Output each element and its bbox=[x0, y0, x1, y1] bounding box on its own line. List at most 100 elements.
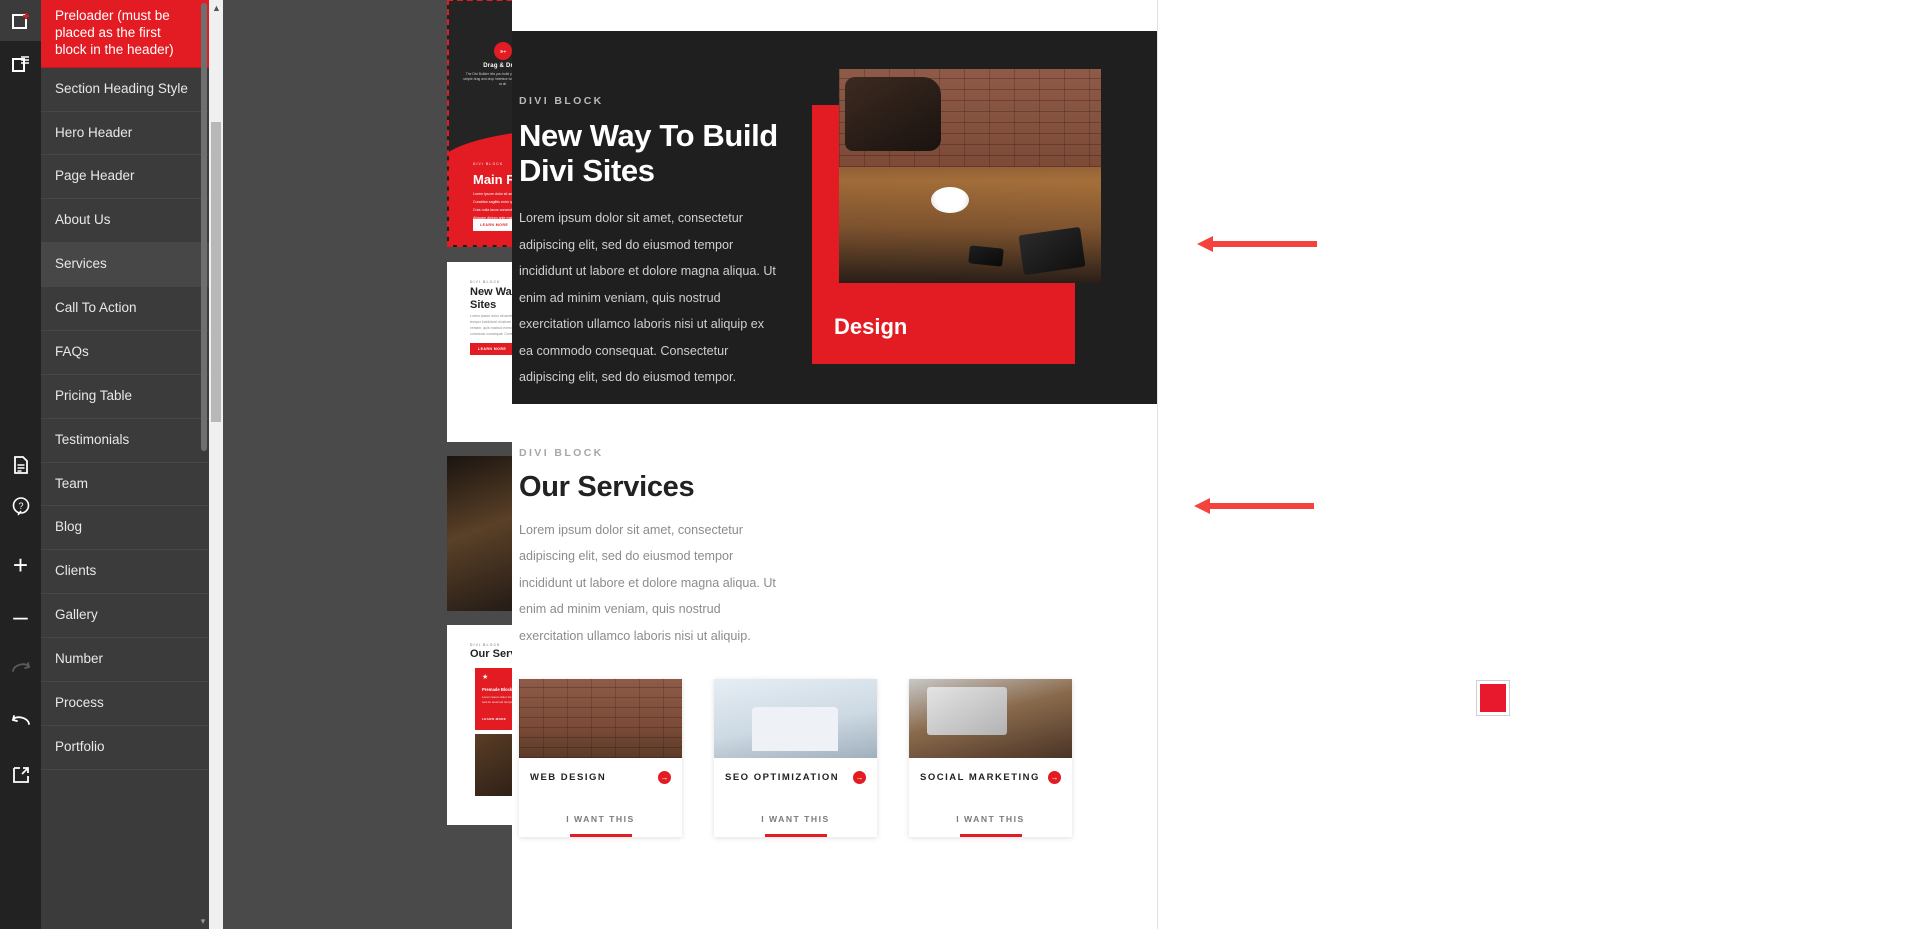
service-card-social-marketing[interactable]: SOCIAL MARKETING → I WANT THIS bbox=[909, 679, 1072, 838]
hero-photo-phone bbox=[968, 245, 1004, 267]
library-item-about-us[interactable]: About Us bbox=[41, 199, 209, 244]
thumb-tile-body: Lorem ipsum dolor sit amet consectetur a… bbox=[482, 695, 512, 704]
thumb-tile-link[interactable]: LEARN MORE bbox=[482, 717, 506, 721]
hero-photo-tablet bbox=[1018, 226, 1086, 276]
library-scrollbar-thumb[interactable] bbox=[201, 3, 207, 451]
service-card-cta: I WANT THIS bbox=[909, 797, 1072, 838]
service-card-cta-label[interactable]: I WANT THIS bbox=[566, 814, 635, 824]
question-help-icon[interactable]: ? bbox=[0, 485, 41, 526]
hero-section[interactable]: DIVI BLOCK New Way To Build Divi Sites L… bbox=[512, 31, 1157, 404]
thumb-bullet: Cras nulla lacus consectetur bbox=[473, 208, 512, 212]
library-item-page-header[interactable]: Page Header bbox=[41, 155, 209, 200]
library-item-label: Section Heading Style bbox=[55, 80, 188, 96]
library-block-list: Preloader (must be placed as the first b… bbox=[41, 0, 209, 929]
arrow-head bbox=[1194, 498, 1210, 514]
library-item-faqs[interactable]: FAQs bbox=[41, 331, 209, 375]
thumb-eyebrow: DIVI BLOCK bbox=[470, 280, 501, 284]
redo-icon[interactable] bbox=[0, 646, 41, 687]
services-card-row: WEB DESIGN → I WANT THIS SEO OPTIMIZATIO… bbox=[512, 649, 1157, 838]
thumb-learn-more-button[interactable]: LEARN MORE bbox=[473, 219, 512, 231]
library-item-label: About Us bbox=[55, 212, 111, 228]
thumb-bullet: Curabitur sagittis enim quis fermentum bbox=[473, 200, 512, 204]
thumbnail-scrollbar-track[interactable]: ▲ bbox=[209, 0, 223, 929]
thumbnail-card-our-features[interactable]: DIVI BLOCK Our Features Lorem ipsum dolo… bbox=[447, 456, 512, 611]
thumb-tile-title: Premade Blocks bbox=[482, 687, 512, 692]
thumb-bullet: Lorem ipsum dolor sit amet consectetur bbox=[473, 192, 512, 196]
library-item-label: Portfolio bbox=[55, 738, 105, 754]
chevron-down-icon[interactable]: ▾ bbox=[198, 916, 208, 926]
services-title: Our Services bbox=[519, 471, 695, 503]
layers-icon[interactable] bbox=[0, 43, 41, 84]
arrow-right-icon[interactable]: → bbox=[1048, 771, 1061, 785]
library-item-label: Call To Action bbox=[55, 300, 137, 315]
thumbnail-card-our-services[interactable]: DIVI BLOCK Our Services ★ Premade Blocks… bbox=[447, 625, 512, 825]
library-item-portfolio[interactable]: Portfolio bbox=[41, 726, 209, 770]
library-item-label: Preloader (must be placed as the first b… bbox=[55, 8, 174, 57]
library-item-call-to-action[interactable]: Call To Action bbox=[41, 287, 209, 331]
zoom-in-icon[interactable]: + bbox=[0, 544, 41, 585]
library-item-label: FAQs bbox=[55, 343, 89, 359]
library-item-label: Page Header bbox=[55, 168, 135, 184]
arrow-right-icon[interactable]: → bbox=[658, 771, 671, 785]
service-card-label: SOCIAL MARKETING bbox=[920, 772, 1040, 784]
service-card-web-design[interactable]: WEB DESIGN → I WANT THIS bbox=[519, 679, 682, 838]
thumbnail-scrollbar-thumb[interactable] bbox=[211, 122, 221, 422]
empty-canvas-area[interactable] bbox=[1158, 0, 1920, 929]
open-external-icon[interactable] bbox=[0, 754, 41, 795]
thumb-learn-more-button[interactable]: LEARN MORE bbox=[470, 343, 512, 355]
thumb-body: Lorem ipsum dolor sit amet, consectetur … bbox=[470, 314, 512, 336]
thumbnail-card-main-features[interactable]: ➳ ● ↗ Drag & Drop The Divi Builder lets … bbox=[447, 0, 512, 247]
library-item-testimonials[interactable]: Testimonials bbox=[41, 419, 209, 463]
library-item-blog[interactable]: Blog bbox=[41, 506, 209, 551]
library-item-label: Hero Header bbox=[55, 124, 133, 140]
add-from-library-icon[interactable] bbox=[0, 0, 41, 41]
chevron-up-icon[interactable]: ▲ bbox=[212, 4, 221, 13]
svg-text:?: ? bbox=[18, 501, 23, 511]
thumb-eyebrow: DIVI BLOCK bbox=[470, 643, 501, 647]
service-card-cta-underline bbox=[569, 834, 632, 838]
service-card-seo-optimization[interactable]: SEO OPTIMIZATION → I WANT THIS bbox=[714, 679, 877, 838]
thumbnail-card-new-way-to-build[interactable]: DIVI BLOCK New Way To Build Divi Sites L… bbox=[447, 262, 512, 442]
thumb-feature-a-body: The Divi Builder lets you build your web… bbox=[463, 72, 512, 86]
library-item-label: Process bbox=[55, 694, 104, 710]
hero-body: Lorem ipsum dolor sit amet, consectetur … bbox=[519, 211, 776, 385]
document-icon[interactable] bbox=[0, 444, 41, 485]
services-eyebrow: DIVI BLOCK bbox=[519, 447, 604, 459]
undo-icon[interactable] bbox=[0, 699, 41, 740]
library-item-services[interactable]: Services bbox=[41, 243, 209, 287]
hero-photo bbox=[839, 69, 1101, 283]
arrow-shaft bbox=[1209, 503, 1314, 509]
library-item-section-heading-style[interactable]: Section Heading Style bbox=[41, 68, 209, 112]
library-item-clients[interactable]: Clients bbox=[41, 550, 209, 595]
arrow-head bbox=[1197, 236, 1213, 252]
red-color-swatch[interactable] bbox=[1476, 680, 1510, 716]
annotation-arrow-upper bbox=[1197, 236, 1317, 252]
left-icon-rail: ? + – bbox=[0, 0, 41, 929]
library-item-label: Pricing Table bbox=[55, 387, 133, 403]
zoom-out-icon[interactable]: – bbox=[0, 595, 41, 636]
library-item-label: Blog bbox=[55, 519, 83, 535]
library-item-preloader[interactable]: Preloader (must be placed as the first b… bbox=[41, 0, 209, 68]
library-item-gallery[interactable]: Gallery bbox=[41, 594, 209, 638]
library-item-team[interactable]: Team bbox=[41, 463, 209, 507]
library-item-pricing-table[interactable]: Pricing Table bbox=[41, 375, 209, 419]
arrow-right-icon[interactable]: → bbox=[853, 771, 866, 785]
library-item-process[interactable]: Process bbox=[41, 682, 209, 726]
thumb-title: Our Services bbox=[470, 648, 512, 660]
services-section[interactable]: DIVI BLOCK Our Services Lorem ipsum dolo… bbox=[512, 404, 1157, 838]
library-item-number[interactable]: Number bbox=[41, 638, 209, 682]
service-card-label: WEB DESIGN bbox=[530, 772, 607, 784]
service-card-cta-underline bbox=[764, 834, 827, 838]
library-item-label: Team bbox=[55, 475, 89, 491]
library-item-hero-header[interactable]: Hero Header bbox=[41, 112, 209, 156]
service-card-cta-label[interactable]: I WANT THIS bbox=[761, 814, 830, 824]
service-card-cta: I WANT THIS bbox=[714, 797, 877, 838]
hero-image-caption: Design bbox=[834, 314, 908, 339]
thumb-photo bbox=[447, 456, 512, 611]
services-header: DIVI BLOCK Our Services Lorem ipsum dolo… bbox=[512, 404, 1157, 649]
service-card-label: SEO OPTIMIZATION bbox=[725, 772, 840, 784]
service-card-cta-label[interactable]: I WANT THIS bbox=[956, 814, 1025, 824]
service-card-footer: WEB DESIGN → bbox=[519, 758, 682, 797]
hero-eyebrow: DIVI BLOCK bbox=[519, 95, 604, 107]
thumb-feature-a-title: Drag & Drop bbox=[483, 63, 512, 69]
